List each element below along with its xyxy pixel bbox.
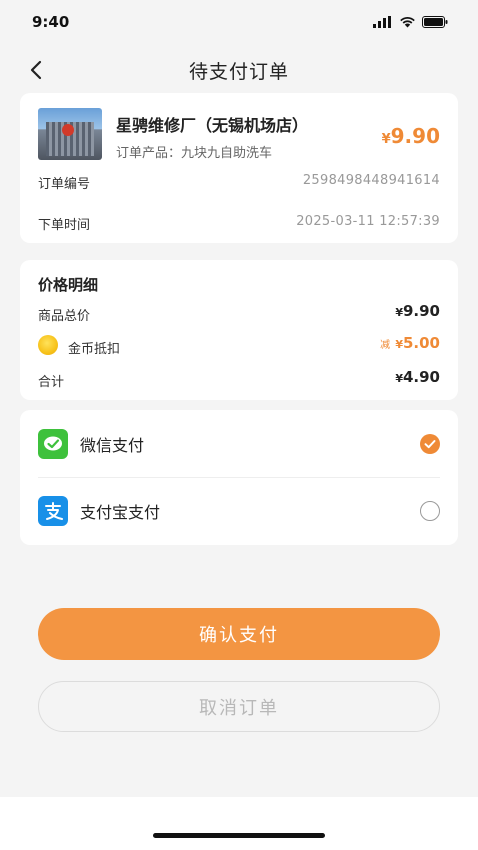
total-price-number: 9.90 bbox=[402, 302, 440, 320]
alipay-icon bbox=[38, 496, 68, 526]
sum-value: ¥4.90 bbox=[395, 368, 440, 386]
price-detail-title: 价格明细 bbox=[38, 276, 99, 294]
status-bar: 9:40 bbox=[0, 0, 478, 44]
currency-symbol: ¥ bbox=[395, 372, 403, 385]
order-time-label: 下单时间 bbox=[38, 218, 91, 233]
home-indicator[interactable] bbox=[153, 833, 325, 838]
battery-icon bbox=[422, 16, 448, 28]
sum-label: 合计 bbox=[38, 375, 65, 390]
wifi-icon bbox=[400, 17, 415, 28]
nav-bar: 待支付订单 bbox=[0, 50, 478, 90]
store-image bbox=[38, 108, 102, 160]
currency-symbol: ¥ bbox=[381, 132, 391, 147]
coin-deduction-number: 5.00 bbox=[402, 334, 440, 352]
payment-methods-card: 微信支付 支付宝支付 bbox=[20, 410, 458, 545]
order-no-value: 2598498448941614 bbox=[302, 173, 440, 188]
wechat-pay-icon bbox=[38, 429, 68, 459]
currency-symbol: ¥ bbox=[395, 338, 403, 351]
order-price-value: 9.90 bbox=[390, 124, 440, 148]
signal-icon bbox=[373, 16, 391, 28]
order-price: ¥9.90 bbox=[382, 124, 440, 148]
status-icons bbox=[373, 16, 448, 28]
alipay-label: 支付宝支付 bbox=[80, 503, 161, 522]
bottom-safe-area bbox=[0, 797, 478, 850]
payment-option-wechat[interactable]: 微信支付 bbox=[20, 411, 458, 477]
currency-symbol: ¥ bbox=[395, 306, 403, 319]
check-icon bbox=[424, 440, 436, 449]
back-button[interactable] bbox=[22, 56, 50, 84]
discount-prefix: 减 bbox=[380, 340, 391, 351]
coin-deduction-value: 减 ¥5.00 bbox=[380, 334, 440, 352]
confirm-pay-button[interactable]: 确认支付 bbox=[38, 608, 440, 660]
wechat-pay-label: 微信支付 bbox=[80, 436, 145, 455]
wechat-pay-radio-checked[interactable] bbox=[420, 434, 440, 454]
order-no-label: 订单编号 bbox=[38, 177, 91, 192]
order-time-value: 2025-03-11 12:57:39 bbox=[296, 214, 440, 229]
chevron-left-icon bbox=[30, 60, 42, 80]
status-time: 9:40 bbox=[32, 13, 70, 31]
total-price-label: 商品总价 bbox=[38, 309, 91, 324]
order-card: 星骋维修厂（无锡机场店） 订单产品：九块九自助洗车 ¥9.90 订单编号 259… bbox=[20, 93, 458, 243]
price-detail-card: 价格明细 商品总价 ¥9.90 金币抵扣 减 ¥5.00 合计 ¥4.90 bbox=[20, 260, 458, 400]
sum-number: 4.90 bbox=[402, 368, 440, 386]
cancel-order-button[interactable]: 取消订单 bbox=[38, 681, 440, 732]
store-name: 星骋维修厂（无锡机场店） bbox=[116, 116, 309, 135]
coin-deduction-label: 金币抵扣 bbox=[68, 342, 121, 357]
product-label: 订单产品：九块九自助洗车 bbox=[116, 146, 273, 161]
payment-option-alipay[interactable]: 支付宝支付 bbox=[20, 478, 458, 544]
gold-coin-icon bbox=[38, 335, 58, 355]
total-price-value: ¥9.90 bbox=[395, 302, 440, 320]
alipay-radio-unchecked[interactable] bbox=[420, 501, 440, 521]
page-title: 待支付订单 bbox=[188, 60, 289, 83]
